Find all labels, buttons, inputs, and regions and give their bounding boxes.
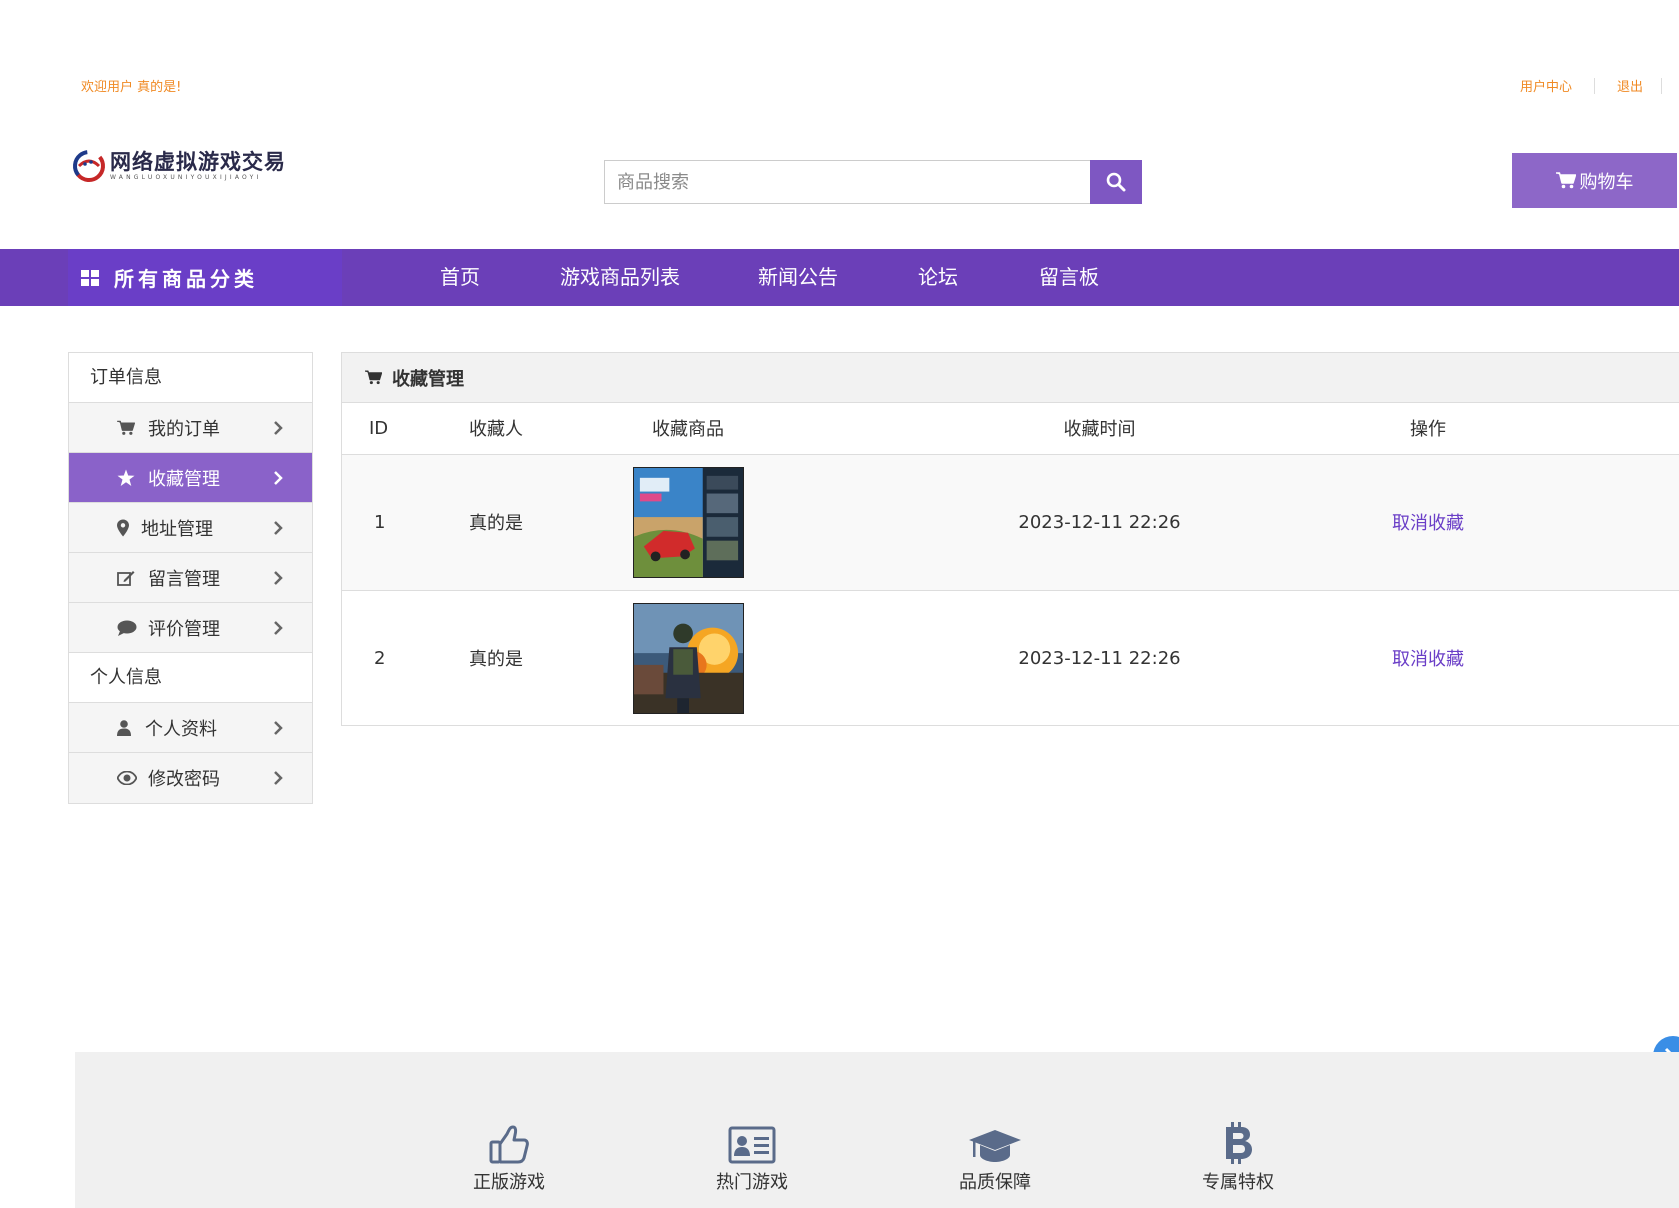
search-input[interactable] [604,160,1090,204]
edit-icon [117,570,135,586]
logo-icon [73,150,105,182]
cell-time: 2023-12-11 22:26 [1018,647,1181,669]
user-center-link[interactable]: 用户中心 [1520,76,1572,95]
sidebar-group-order: 订单信息 [69,353,312,403]
cell-user: 真的是 [469,513,523,534]
logo-subtitle: WANGLUOXUNIYOUXIJIAOYI [110,174,262,181]
logout-link[interactable]: 退出 [1617,76,1643,95]
feature-genuine-games: 正版游戏 [449,1120,569,1194]
sidebar-item-label: 修改密码 [148,769,220,790]
comment-icon [117,620,137,636]
cart-icon [365,370,382,385]
search-icon [1106,172,1126,192]
nav-message-board[interactable]: 留言板 [1039,249,1099,306]
feature-label: 正版游戏 [473,1172,545,1193]
chevron-right-icon [273,570,283,586]
table-row: 2 真的是 2023-12-11 22:26 取消收藏 [342,590,1679,726]
footer-features: 正版游戏 热门游戏 品质保障 专属特权 [75,1052,1679,1208]
sidebar-item-address[interactable]: 地址管理 [69,503,312,553]
feature-quality-assurance: 品质保障 [935,1120,1055,1194]
site-logo[interactable]: 网络虚拟游戏交易 WANGLUOXUNIYOUXIJIAOYI [71,148,286,184]
panel-header: 收藏管理 [342,353,1679,403]
cell-id: 1 [374,511,386,533]
sidebar-item-label: 地址管理 [141,518,213,540]
sidebar-item-reviews[interactable]: 评价管理 [69,603,312,653]
cancel-favorite-link[interactable]: 取消收藏 [1392,649,1464,670]
feature-hot-games: 热门游戏 [692,1120,812,1194]
chevron-right-icon [273,720,283,736]
feature-label: 专属特权 [1202,1172,1274,1193]
favorites-panel: 收藏管理 ID 收藏人 收藏商品 收藏时间 操作 1 真的是 2023-12-1… [341,352,1679,726]
chevron-right-icon [273,770,283,786]
feature-label: 热门游戏 [716,1172,788,1193]
grid-icon [81,269,99,286]
sidebar-item-favorites[interactable]: 收藏管理 [69,453,312,503]
sidebar-item-label: 评价管理 [148,618,220,640]
user-icon [117,719,131,736]
cell-action: 取消收藏 [1266,454,1679,590]
map-marker-icon [117,519,129,536]
chevron-right-icon [273,470,283,486]
top-links: 用户中心 退出 [1520,76,1662,95]
favorites-table: ID 收藏人 收藏商品 收藏时间 操作 1 真的是 2023-12-11 22:… [342,403,1679,726]
cart-icon [117,420,135,435]
divider [1593,77,1595,94]
nav-home[interactable]: 首页 [440,249,480,306]
sidebar-group-personal: 个人信息 [69,653,312,703]
nav-forum[interactable]: 论坛 [918,249,958,306]
cancel-favorite-link[interactable]: 取消收藏 [1392,513,1464,534]
graduation-cap-icon [935,1120,1055,1164]
cart-icon [1555,172,1576,189]
chevron-right-icon [273,420,283,436]
nav-news[interactable]: 新闻公告 [758,249,838,306]
cell-id: 2 [374,647,386,669]
panel-title: 收藏管理 [392,368,464,390]
all-categories-button[interactable]: 所有商品分类 [68,249,342,306]
forza-horizon-cover-image[interactable] [633,466,744,578]
eye-icon [117,771,137,785]
main-nav: 所有商品分类 首页 游戏商品列表 新闻公告 论坛 留言板 [0,249,1679,306]
id-card-icon [692,1120,812,1164]
search-button[interactable] [1090,160,1142,204]
column-header-id: ID [369,417,389,439]
nav-game-list[interactable]: 游戏商品列表 [560,249,680,306]
cart-button[interactable]: 购物车 [1512,153,1677,208]
chevron-right-icon [273,620,283,636]
table-header-row: ID 收藏人 收藏商品 收藏时间 操作 [342,403,1679,454]
feature-exclusive-privileges: 专属特权 [1178,1120,1298,1194]
cell-action: 取消收藏 [1266,590,1679,726]
sidebar-item-messages[interactable]: 留言管理 [69,553,312,603]
chevron-right-icon [273,520,283,536]
cell-time: 2023-12-11 22:26 [1018,511,1181,533]
cell-user: 真的是 [469,649,523,671]
cell-goods [633,454,933,590]
all-categories-label: 所有商品分类 [114,267,258,291]
sidebar-item-label: 个人资料 [145,718,217,740]
feature-label: 品质保障 [959,1172,1031,1193]
column-header-time: 收藏时间 [1063,419,1136,441]
column-header-goods: 收藏商品 [652,419,724,441]
cell-goods [633,590,933,726]
sidebar-item-label: 收藏管理 [148,468,220,490]
search-bar [604,160,1142,204]
sidebar-item-change-password[interactable]: 修改密码 [69,753,312,803]
sidebar-item-label: 留言管理 [148,568,220,590]
thumbs-up-icon [449,1120,569,1164]
user-sidebar: 订单信息 我的订单 收藏管理 地址管理 留言管理 评价管理 个人信息 个人资料 … [68,352,313,804]
welcome-text: 欢迎用户 真的是! [81,80,182,95]
column-header-action: 操作 [1410,419,1446,441]
sidebar-item-label: 我的订单 [148,418,220,440]
star-icon [117,469,135,486]
pubg-cover-image[interactable] [633,602,744,714]
column-header-user: 收藏人 [469,419,523,441]
table-row: 1 真的是 2023-12-11 22:26 取消收藏 [342,454,1679,590]
sidebar-item-my-orders[interactable]: 我的订单 [69,403,312,453]
logo-title: 网络虚拟游戏交易 [110,149,286,174]
bitcoin-icon [1178,1120,1298,1164]
divider [1661,77,1662,94]
cart-label: 购物车 [1579,171,1634,193]
sidebar-item-profile[interactable]: 个人资料 [69,703,312,753]
